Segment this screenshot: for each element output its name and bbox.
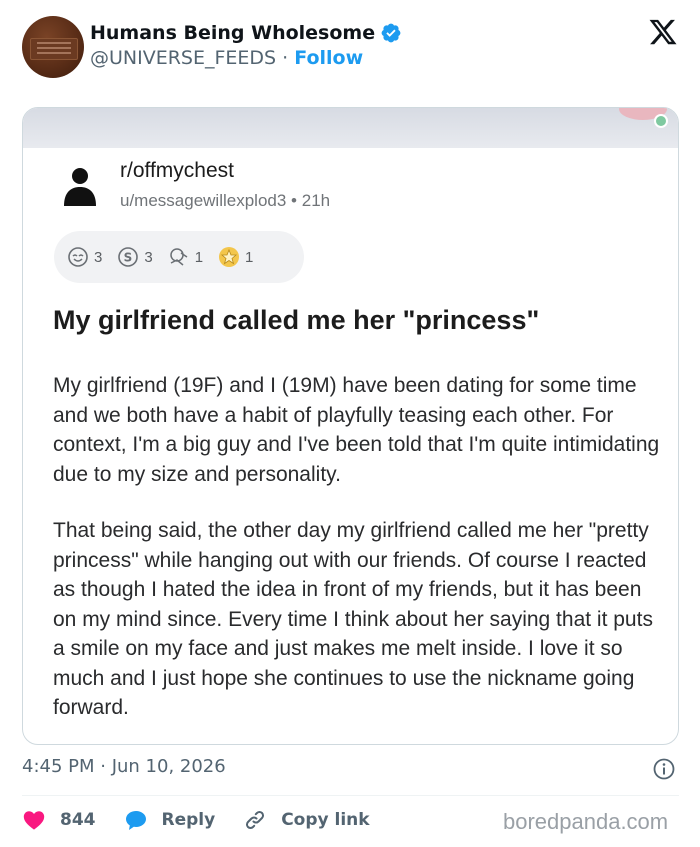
award-hug: 1 — [167, 245, 203, 269]
award-gold: 1 — [217, 245, 253, 269]
avatar[interactable] — [22, 16, 84, 78]
display-name[interactable]: Humans Being Wholesome — [90, 22, 375, 44]
post-paragraph-2: That being said, the other day my girlfr… — [53, 519, 653, 719]
user-avatar-icon — [64, 168, 96, 206]
reply-label: Reply — [161, 810, 216, 830]
award-wholesome: 3 — [66, 245, 102, 269]
hug-award-icon — [169, 248, 188, 266]
embedded-screenshot-card[interactable]: r/offmychest u/messagewillexplod3 • 21h … — [22, 107, 679, 745]
link-icon — [246, 810, 265, 830]
phone-status-bar — [23, 108, 678, 148]
tweet-header: Humans Being Wholesome @UNIVERSE_FEEDS ·… — [0, 0, 700, 100]
follow-button[interactable]: Follow — [294, 47, 363, 69]
copy-link-button[interactable]: Copy link — [243, 808, 370, 832]
award-silver: S 3 — [116, 245, 153, 269]
tweet-timestamp[interactable]: 4:45 PM · Jun 10, 2026 — [22, 756, 226, 777]
subreddit-name: r/offmychest — [120, 159, 234, 182]
post-author: u/messagewillexplod3 — [120, 191, 287, 210]
status-dot-icon — [654, 114, 668, 128]
post-paragraph-1: My girlfriend (19F) and I (19M) have bee… — [53, 374, 660, 486]
wholesome-award-icon — [68, 247, 88, 267]
like-button[interactable]: 844 — [22, 808, 96, 832]
divider — [22, 795, 679, 796]
info-icon[interactable] — [652, 757, 676, 781]
separator: · — [276, 47, 295, 69]
tweet-actions: 844 Reply Copy link — [22, 805, 398, 835]
gold-award-icon — [219, 247, 240, 267]
reply-bubble-icon — [125, 811, 146, 830]
handle[interactable]: @UNIVERSE_FEEDS — [90, 47, 276, 69]
heart-icon — [23, 811, 45, 830]
verified-badge-icon — [381, 23, 401, 43]
svg-text:S: S — [124, 251, 133, 265]
silver-award-icon: S — [118, 247, 139, 267]
copy-link-label: Copy link — [281, 810, 370, 830]
post-age: 21h — [301, 191, 331, 210]
post-meta: u/messagewillexplod3 • 21h — [120, 191, 331, 210]
post-title: My girlfriend called me her "princess" — [53, 305, 540, 335]
watermark: boredpanda.com — [503, 809, 669, 834]
reply-button[interactable]: Reply — [124, 808, 216, 832]
x-logo-icon[interactable] — [648, 17, 678, 47]
awards-bar: 3 S 3 1 1 — [54, 231, 304, 283]
like-count: 844 — [60, 810, 96, 830]
